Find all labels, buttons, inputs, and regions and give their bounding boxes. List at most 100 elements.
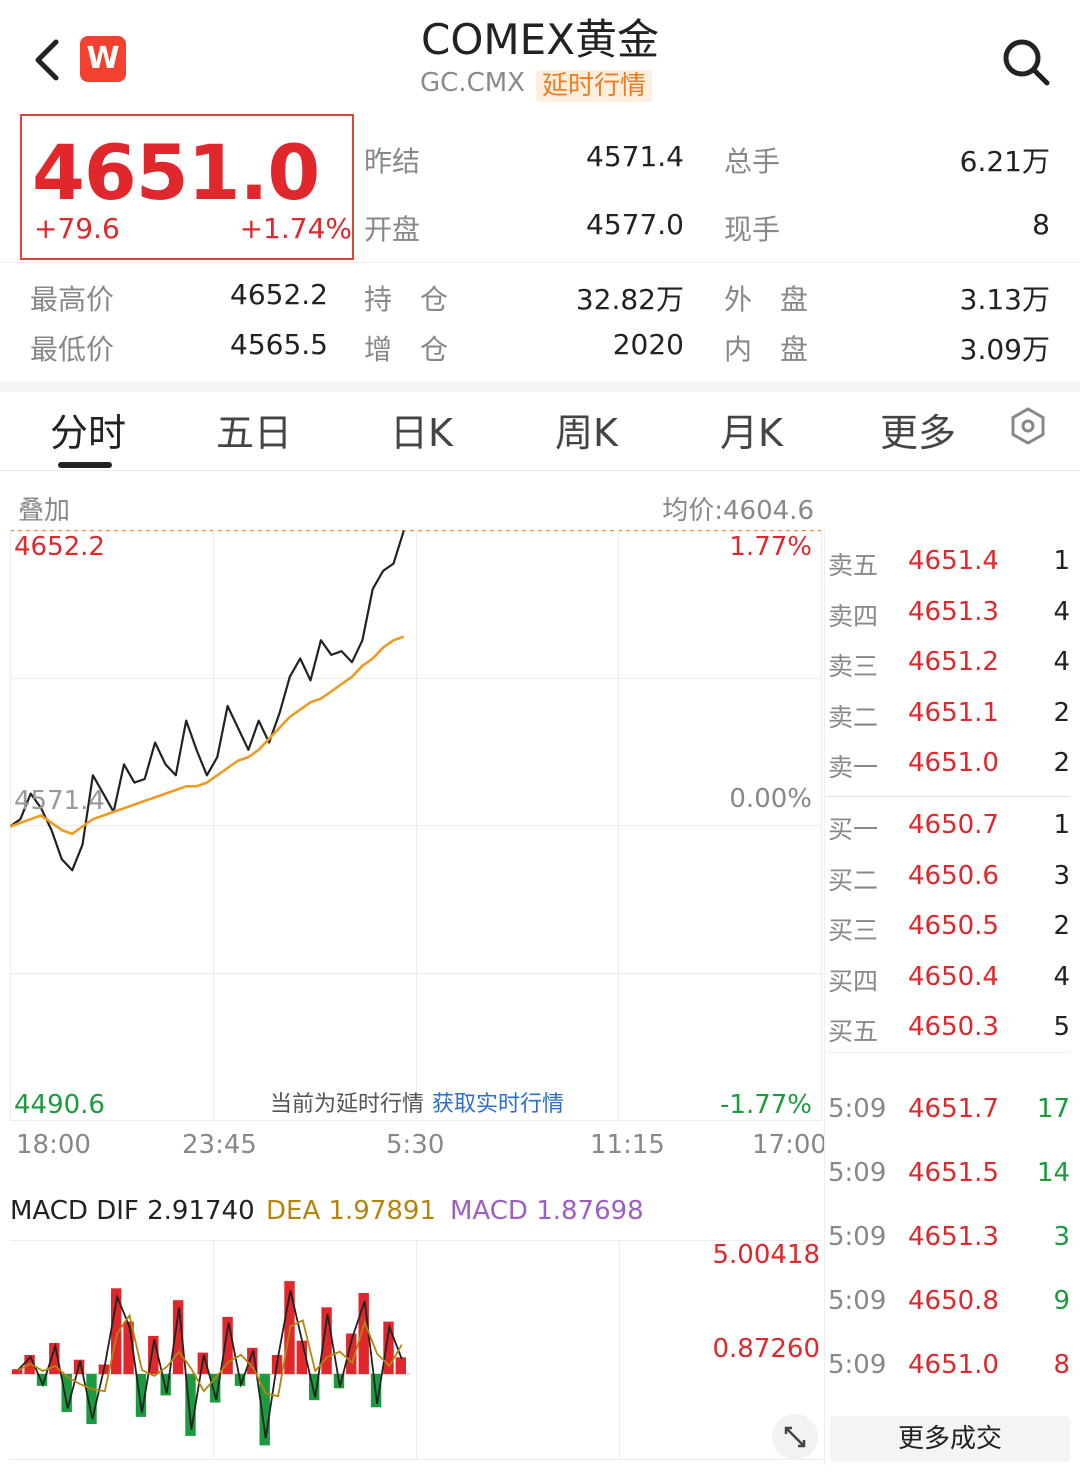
time-label: 5:30 <box>386 1130 445 1160</box>
active-tab-indicator <box>58 462 112 468</box>
orderbook-divider <box>824 530 825 1466</box>
chart-high-label: 4652.2 <box>14 532 105 562</box>
asks-level-price: 4651.0 <box>908 748 999 778</box>
more-trades-button[interactable]: 更多成交 <box>830 1416 1070 1462</box>
label-total-volume: 总手 <box>724 145 781 178</box>
bids-level-volume: 3 <box>1053 860 1070 891</box>
chart-pct-low: -1.77% <box>720 1090 812 1120</box>
value-current-volume: 8 <box>1032 208 1050 241</box>
delay-badge: 延时行情 <box>536 70 653 102</box>
trade-price: 4651.0 <box>908 1350 999 1380</box>
value-outer-volume: 3.13万 <box>959 283 1050 316</box>
expand-icon[interactable] <box>772 1414 818 1460</box>
bids-level-volume: 4 <box>1053 961 1070 992</box>
price-line <box>10 530 405 872</box>
divider <box>0 470 1080 471</box>
time-label: 18:00 <box>16 1130 91 1160</box>
label-prev-settle: 昨结 <box>364 145 421 178</box>
trade-volume: 8 <box>1053 1350 1070 1380</box>
macd-mid-value: 0.87260 <box>712 1334 820 1364</box>
trade-time: 5:09 <box>828 1222 887 1252</box>
tab-intraday[interactable]: 分时 <box>50 402 126 457</box>
value-prev-settle: 4571.4 <box>586 140 684 173</box>
time-label: 11:15 <box>590 1130 665 1160</box>
price-change-pct: +1.74% <box>239 212 352 245</box>
bids-level-label: 买三 <box>828 916 879 945</box>
label-inner-volume: 内 盘 <box>724 333 809 366</box>
bids-level-volume: 5 <box>1053 1012 1070 1042</box>
realtime-link[interactable]: 获取实时行情 <box>432 1086 564 1118</box>
tab-five-day[interactable]: 五日 <box>216 402 292 457</box>
bids-level-label: 买五 <box>828 1017 879 1046</box>
chart-pct-high: 1.77% <box>729 532 812 562</box>
value-inner-volume: 3.09万 <box>959 333 1050 366</box>
asks-level-label: 卖三 <box>828 652 879 681</box>
tab-weekly-k[interactable]: 周K <box>555 402 618 457</box>
label-open: 开盘 <box>364 213 421 246</box>
asks-level-volume: 2 <box>1053 697 1070 728</box>
chart-mid-label: 4571.4 <box>14 786 105 816</box>
trade-price: 4651.3 <box>908 1222 999 1252</box>
value-low: 4565.5 <box>230 328 328 361</box>
price-change: +79.6 <box>34 212 120 245</box>
tab-more[interactable]: 更多 <box>880 402 956 457</box>
tab-monthly-k[interactable]: 月K <box>720 402 783 457</box>
symbol-code: GC.CMX <box>420 68 525 98</box>
chart-low-label: 4490.6 <box>14 1090 105 1120</box>
trade-price: 4651.5 <box>908 1158 999 1188</box>
chart-pct-mid: 0.00% <box>729 784 812 814</box>
label-open-interest: 持 仓 <box>364 283 449 316</box>
trade-time: 5:09 <box>828 1350 887 1380</box>
asks-level-volume: 1 <box>1053 546 1070 576</box>
asks-level-label: 卖二 <box>828 702 879 732</box>
label-high: 最高价 <box>30 283 115 316</box>
section-divider <box>0 382 1080 392</box>
settings-hexagon-icon[interactable] <box>1008 406 1048 446</box>
trade-time: 5:09 <box>828 1094 887 1124</box>
asks-level-label: 卖四 <box>828 601 879 631</box>
trade-time: 5:09 <box>828 1286 887 1316</box>
asks-level-volume: 2 <box>1053 748 1070 778</box>
trades-divider <box>826 1052 1070 1053</box>
overlay-button[interactable]: 叠加 <box>18 490 70 527</box>
trade-volume: 9 <box>1053 1286 1070 1316</box>
macd-dif-label: MACD DIF 2.91740 <box>10 1196 255 1226</box>
macd-value-label: MACD 1.87698 <box>450 1196 644 1226</box>
ask-bid-divider <box>826 796 1070 797</box>
label-current-volume: 现手 <box>724 213 781 246</box>
bids-level-label: 买一 <box>828 815 879 844</box>
time-label: 17:00 <box>752 1130 827 1160</box>
asks-level-price: 4651.3 <box>908 596 999 627</box>
delay-notice: 当前为延时行情 <box>270 1092 425 1117</box>
bids-level-price: 4650.5 <box>908 911 999 941</box>
trade-time: 5:09 <box>828 1158 887 1188</box>
macd-bar <box>395 1357 406 1374</box>
page-title: COMEX黄金 <box>421 15 659 64</box>
bids-level-volume: 2 <box>1053 911 1070 941</box>
tab-daily-k[interactable]: 日K <box>390 402 453 457</box>
asks-level-price: 4651.4 <box>908 546 999 576</box>
time-label: 23:45 <box>182 1130 257 1160</box>
asks-level-label: 卖五 <box>828 551 879 580</box>
asks-level-price: 4651.2 <box>908 647 999 677</box>
asks-level-volume: 4 <box>1053 647 1070 677</box>
chart-grid <box>10 530 822 1121</box>
bids-level-price: 4650.4 <box>908 961 999 992</box>
bids-level-price: 4650.6 <box>908 860 999 891</box>
trade-volume: 14 <box>1036 1158 1070 1188</box>
average-price: 均价:4604.6 <box>662 496 814 526</box>
last-price: 4651.0 <box>32 128 320 217</box>
search-icon[interactable] <box>1000 36 1052 88</box>
trade-price: 4651.7 <box>908 1094 999 1124</box>
asks-level-label: 卖一 <box>828 753 879 782</box>
macd-top-value: 5.00418 <box>712 1240 820 1270</box>
value-total-volume: 6.21万 <box>959 145 1050 178</box>
value-open-interest: 32.82万 <box>575 283 684 316</box>
value-open: 4577.0 <box>586 208 684 241</box>
bids-level-price: 4650.3 <box>908 1012 999 1042</box>
trade-volume: 17 <box>1036 1094 1070 1124</box>
bids-level-label: 买二 <box>828 865 879 895</box>
intraday-chart[interactable] <box>10 530 822 1122</box>
label-outer-volume: 外 盘 <box>724 283 809 316</box>
divider <box>0 262 1080 263</box>
